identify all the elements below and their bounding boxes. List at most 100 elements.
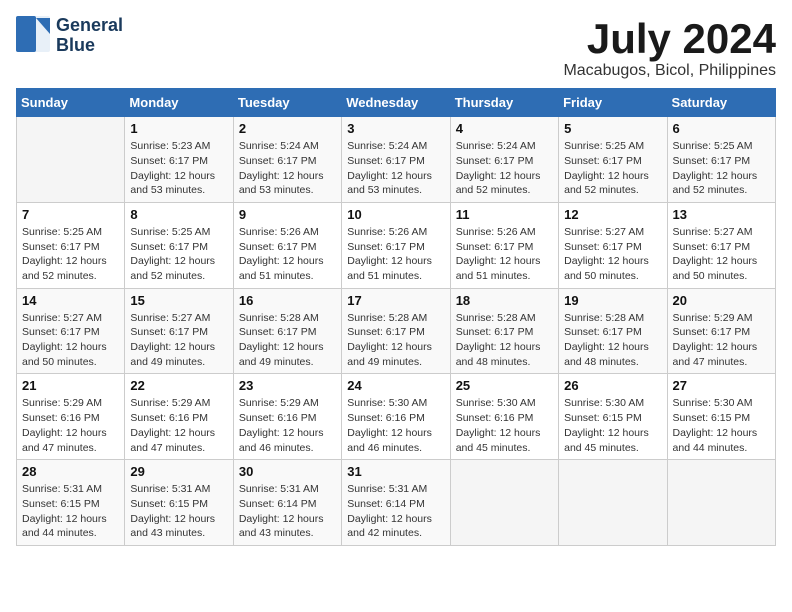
calendar-week-row: 28 Sunrise: 5:31 AM Sunset: 6:15 PM Dayli…	[17, 460, 776, 546]
calendar-cell: 13 Sunrise: 5:27 AM Sunset: 6:17 PM Dayli…	[667, 202, 775, 288]
day-number: 24	[347, 378, 444, 393]
day-number: 30	[239, 464, 336, 479]
day-number: 7	[22, 207, 119, 222]
calendar-cell	[559, 460, 667, 546]
calendar-cell: 16 Sunrise: 5:28 AM Sunset: 6:17 PM Dayli…	[233, 288, 341, 374]
day-number: 6	[673, 121, 770, 136]
calendar-cell: 9Sunrise: 5:26 AM Sunset: 6:17 PM Daylig…	[233, 202, 341, 288]
day-number: 11	[456, 207, 553, 222]
day-number: 17	[347, 293, 444, 308]
day-info: Sunrise: 5:27 AM Sunset: 6:17 PM Dayligh…	[130, 311, 227, 370]
day-info: Sunrise: 5:29 AM Sunset: 6:16 PM Dayligh…	[130, 396, 227, 455]
day-info: Sunrise: 5:26 AM Sunset: 6:17 PM Dayligh…	[456, 225, 553, 284]
calendar-cell: 18 Sunrise: 5:28 AM Sunset: 6:17 PM Dayli…	[450, 288, 558, 374]
calendar-cell: 30 Sunrise: 5:31 AM Sunset: 6:14 PM Dayli…	[233, 460, 341, 546]
calendar-cell: 17 Sunrise: 5:28 AM Sunset: 6:17 PM Dayli…	[342, 288, 450, 374]
calendar-cell: 21Sunrise: 5:29 AM Sunset: 6:16 PM Dayli…	[17, 374, 125, 460]
day-number: 16	[239, 293, 336, 308]
logo-icon	[16, 16, 52, 56]
calendar-cell: 5 Sunrise: 5:25 AM Sunset: 6:17 PM Daylig…	[559, 117, 667, 203]
day-header-friday: Friday	[559, 89, 667, 117]
day-number: 3	[347, 121, 444, 136]
calendar-week-row: 14 Sunrise: 5:27 AM Sunset: 6:17 PM Dayli…	[17, 288, 776, 374]
calendar-cell: 15 Sunrise: 5:27 AM Sunset: 6:17 PM Dayli…	[125, 288, 233, 374]
day-header-monday: Monday	[125, 89, 233, 117]
day-info: Sunrise: 5:30 AM Sunset: 6:15 PM Dayligh…	[673, 396, 770, 455]
calendar-cell: 14 Sunrise: 5:27 AM Sunset: 6:17 PM Dayli…	[17, 288, 125, 374]
day-number: 15	[130, 293, 227, 308]
day-number: 21	[22, 378, 119, 393]
calendar-cell: 20 Sunrise: 5:29 AM Sunset: 6:17 PM Dayli…	[667, 288, 775, 374]
day-number: 29	[130, 464, 227, 479]
day-number: 4	[456, 121, 553, 136]
day-info: Sunrise: 5:27 AM Sunset: 6:17 PM Dayligh…	[564, 225, 661, 284]
day-info: Sunrise: 5:30 AM Sunset: 6:15 PM Dayligh…	[564, 396, 661, 455]
calendar-cell: 27 Sunrise: 5:30 AM Sunset: 6:15 PM Dayli…	[667, 374, 775, 460]
day-info: Sunrise: 5:29 AM Sunset: 6:17 PM Dayligh…	[673, 311, 770, 370]
calendar-cell: 3 Sunrise: 5:24 AM Sunset: 6:17 PM Daylig…	[342, 117, 450, 203]
day-number: 26	[564, 378, 661, 393]
day-info: Sunrise: 5:28 AM Sunset: 6:17 PM Dayligh…	[564, 311, 661, 370]
calendar-cell: 29 Sunrise: 5:31 AM Sunset: 6:15 PM Dayli…	[125, 460, 233, 546]
calendar-cell: 10Sunrise: 5:26 AM Sunset: 6:17 PM Dayli…	[342, 202, 450, 288]
day-number: 13	[673, 207, 770, 222]
title-section: July 2024 Macabugos, Bicol, Philippines	[563, 16, 776, 80]
day-info: Sunrise: 5:24 AM Sunset: 6:17 PM Dayligh…	[239, 139, 336, 198]
day-info: Sunrise: 5:31 AM Sunset: 6:14 PM Dayligh…	[239, 482, 336, 541]
day-info: Sunrise: 5:24 AM Sunset: 6:17 PM Dayligh…	[347, 139, 444, 198]
calendar-week-row: 1 Sunrise: 5:23 AM Sunset: 6:17 PM Daylig…	[17, 117, 776, 203]
calendar-cell: 31 Sunrise: 5:31 AM Sunset: 6:14 PM Dayli…	[342, 460, 450, 546]
month-title: July 2024	[563, 16, 776, 62]
calendar-cell	[450, 460, 558, 546]
day-number: 8	[130, 207, 227, 222]
calendar-table: SundayMondayTuesdayWednesdayThursdayFrid…	[16, 88, 776, 546]
day-number: 12	[564, 207, 661, 222]
calendar-header-row: SundayMondayTuesdayWednesdayThursdayFrid…	[17, 89, 776, 117]
day-number: 25	[456, 378, 553, 393]
day-number: 9	[239, 207, 336, 222]
calendar-cell: 4Sunrise: 5:24 AM Sunset: 6:17 PM Daylig…	[450, 117, 558, 203]
day-info: Sunrise: 5:29 AM Sunset: 6:16 PM Dayligh…	[239, 396, 336, 455]
day-info: Sunrise: 5:30 AM Sunset: 6:16 PM Dayligh…	[347, 396, 444, 455]
day-info: Sunrise: 5:26 AM Sunset: 6:17 PM Dayligh…	[347, 225, 444, 284]
day-number: 28	[22, 464, 119, 479]
day-info: Sunrise: 5:28 AM Sunset: 6:17 PM Dayligh…	[456, 311, 553, 370]
day-info: Sunrise: 5:28 AM Sunset: 6:17 PM Dayligh…	[239, 311, 336, 370]
calendar-week-row: 21 Sunrise: 5:29 AM Sunset: 6:16 PM Dayli…	[17, 374, 776, 460]
day-number: 22	[130, 378, 227, 393]
day-info: Sunrise: 5:31 AM Sunset: 6:14 PM Dayligh…	[347, 482, 444, 541]
calendar-cell	[17, 117, 125, 203]
calendar-cell	[667, 460, 775, 546]
day-info: Sunrise: 5:25 AM Sunset: 6:17 PM Dayligh…	[564, 139, 661, 198]
day-info: Sunrise: 5:27 AM Sunset: 6:17 PM Dayligh…	[673, 225, 770, 284]
calendar-cell: 19 Sunrise: 5:28 AM Sunset: 6:17 PM Dayli…	[559, 288, 667, 374]
day-info: Sunrise: 5:25 AM Sunset: 6:17 PM Dayligh…	[130, 225, 227, 284]
calendar-body: 1 Sunrise: 5:23 AM Sunset: 6:17 PM Daylig…	[17, 117, 776, 546]
day-number: 1	[130, 121, 227, 136]
day-number: 23	[239, 378, 336, 393]
day-number: 18	[456, 293, 553, 308]
day-number: 14	[22, 293, 119, 308]
day-info: Sunrise: 5:31 AM Sunset: 6:15 PM Dayligh…	[130, 482, 227, 541]
day-info: Sunrise: 5:27 AM Sunset: 6:17 PM Dayligh…	[22, 311, 119, 370]
calendar-cell: 7Sunrise: 5:25 AM Sunset: 6:17 PM Daylig…	[17, 202, 125, 288]
calendar-cell: 8 Sunrise: 5:25 AM Sunset: 6:17 PM Daylig…	[125, 202, 233, 288]
day-number: 20	[673, 293, 770, 308]
day-info: Sunrise: 5:25 AM Sunset: 6:17 PM Dayligh…	[673, 139, 770, 198]
day-header-tuesday: Tuesday	[233, 89, 341, 117]
day-number: 19	[564, 293, 661, 308]
logo-line2: Blue	[56, 36, 123, 56]
calendar-cell: 23 Sunrise: 5:29 AM Sunset: 6:16 PM Dayli…	[233, 374, 341, 460]
calendar-cell: 28Sunrise: 5:31 AM Sunset: 6:15 PM Dayli…	[17, 460, 125, 546]
calendar-cell: 11 Sunrise: 5:26 AM Sunset: 6:17 PM Dayli…	[450, 202, 558, 288]
location-title: Macabugos, Bicol, Philippines	[563, 62, 776, 80]
day-info: Sunrise: 5:23 AM Sunset: 6:17 PM Dayligh…	[130, 139, 227, 198]
day-header-sunday: Sunday	[17, 89, 125, 117]
day-number: 5	[564, 121, 661, 136]
logo: General Blue	[16, 16, 123, 56]
calendar-cell: 2Sunrise: 5:24 AM Sunset: 6:17 PM Daylig…	[233, 117, 341, 203]
day-number: 31	[347, 464, 444, 479]
day-info: Sunrise: 5:28 AM Sunset: 6:17 PM Dayligh…	[347, 311, 444, 370]
day-number: 27	[673, 378, 770, 393]
day-header-thursday: Thursday	[450, 89, 558, 117]
